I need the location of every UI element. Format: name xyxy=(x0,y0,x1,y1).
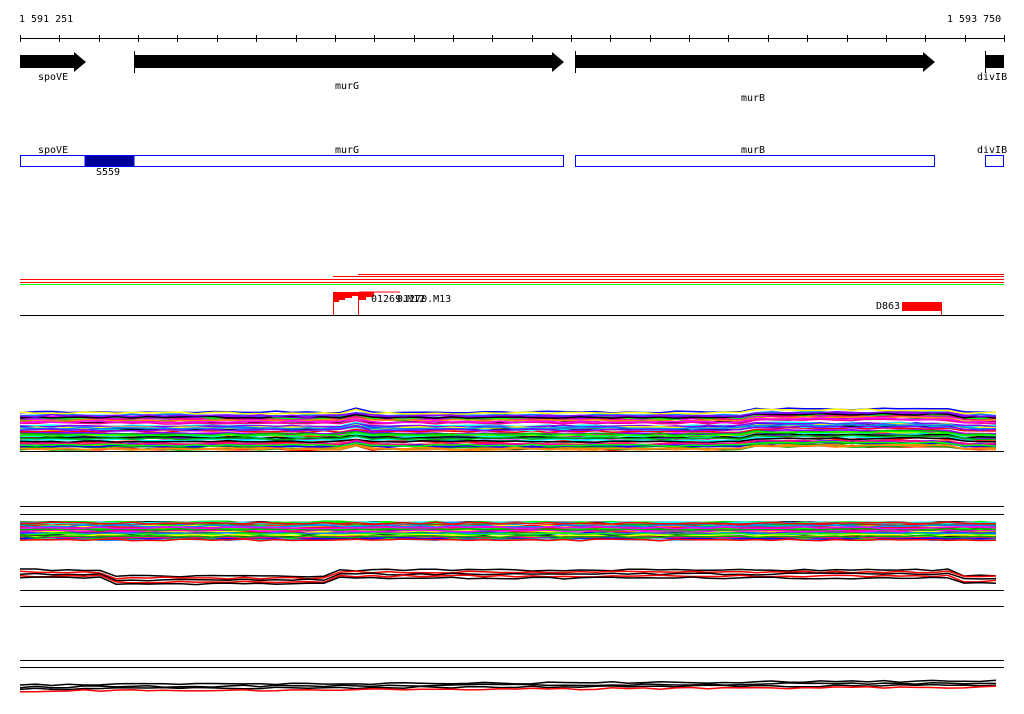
genome-browser-view: 1 591 251 1 593 750 spoVE murG murB divI… xyxy=(0,0,1024,714)
outline-label-spoVE: spoVE xyxy=(38,145,69,156)
tracks-canvas xyxy=(19,35,1005,693)
gene-arrow-murG[interactable] xyxy=(134,52,564,72)
gene-arrow-murB[interactable] xyxy=(575,52,935,72)
gene-label-murB[interactable]: murB xyxy=(741,93,765,104)
feature-label-D863[interactable]: D863 xyxy=(876,301,900,312)
gene-arrow-spoVE[interactable] xyxy=(20,52,86,72)
highlight-S559[interactable] xyxy=(84,155,135,167)
feature-D863[interactable] xyxy=(902,302,942,311)
outline-label-divIB: divIB xyxy=(977,145,1008,156)
highlight-label-S559: S559 xyxy=(96,167,121,178)
outline-label-murB: murB xyxy=(741,145,766,156)
gene-outline-divIB[interactable] xyxy=(985,155,1004,167)
gene-arrow-divIB[interactable] xyxy=(985,55,1004,68)
feature-01269[interactable] xyxy=(333,292,358,302)
gene-label-divIB[interactable]: divIB xyxy=(977,72,1007,83)
gene-outline-murB[interactable] xyxy=(575,155,935,167)
gene-label-spoVE[interactable]: spoVE xyxy=(38,72,68,83)
outline-label-murG: murG xyxy=(335,145,360,156)
gene-label-murG[interactable]: murG xyxy=(335,81,359,92)
coverage-profile-line xyxy=(19,576,997,586)
feature-label-01270[interactable]: 01270.M13 xyxy=(397,294,451,305)
